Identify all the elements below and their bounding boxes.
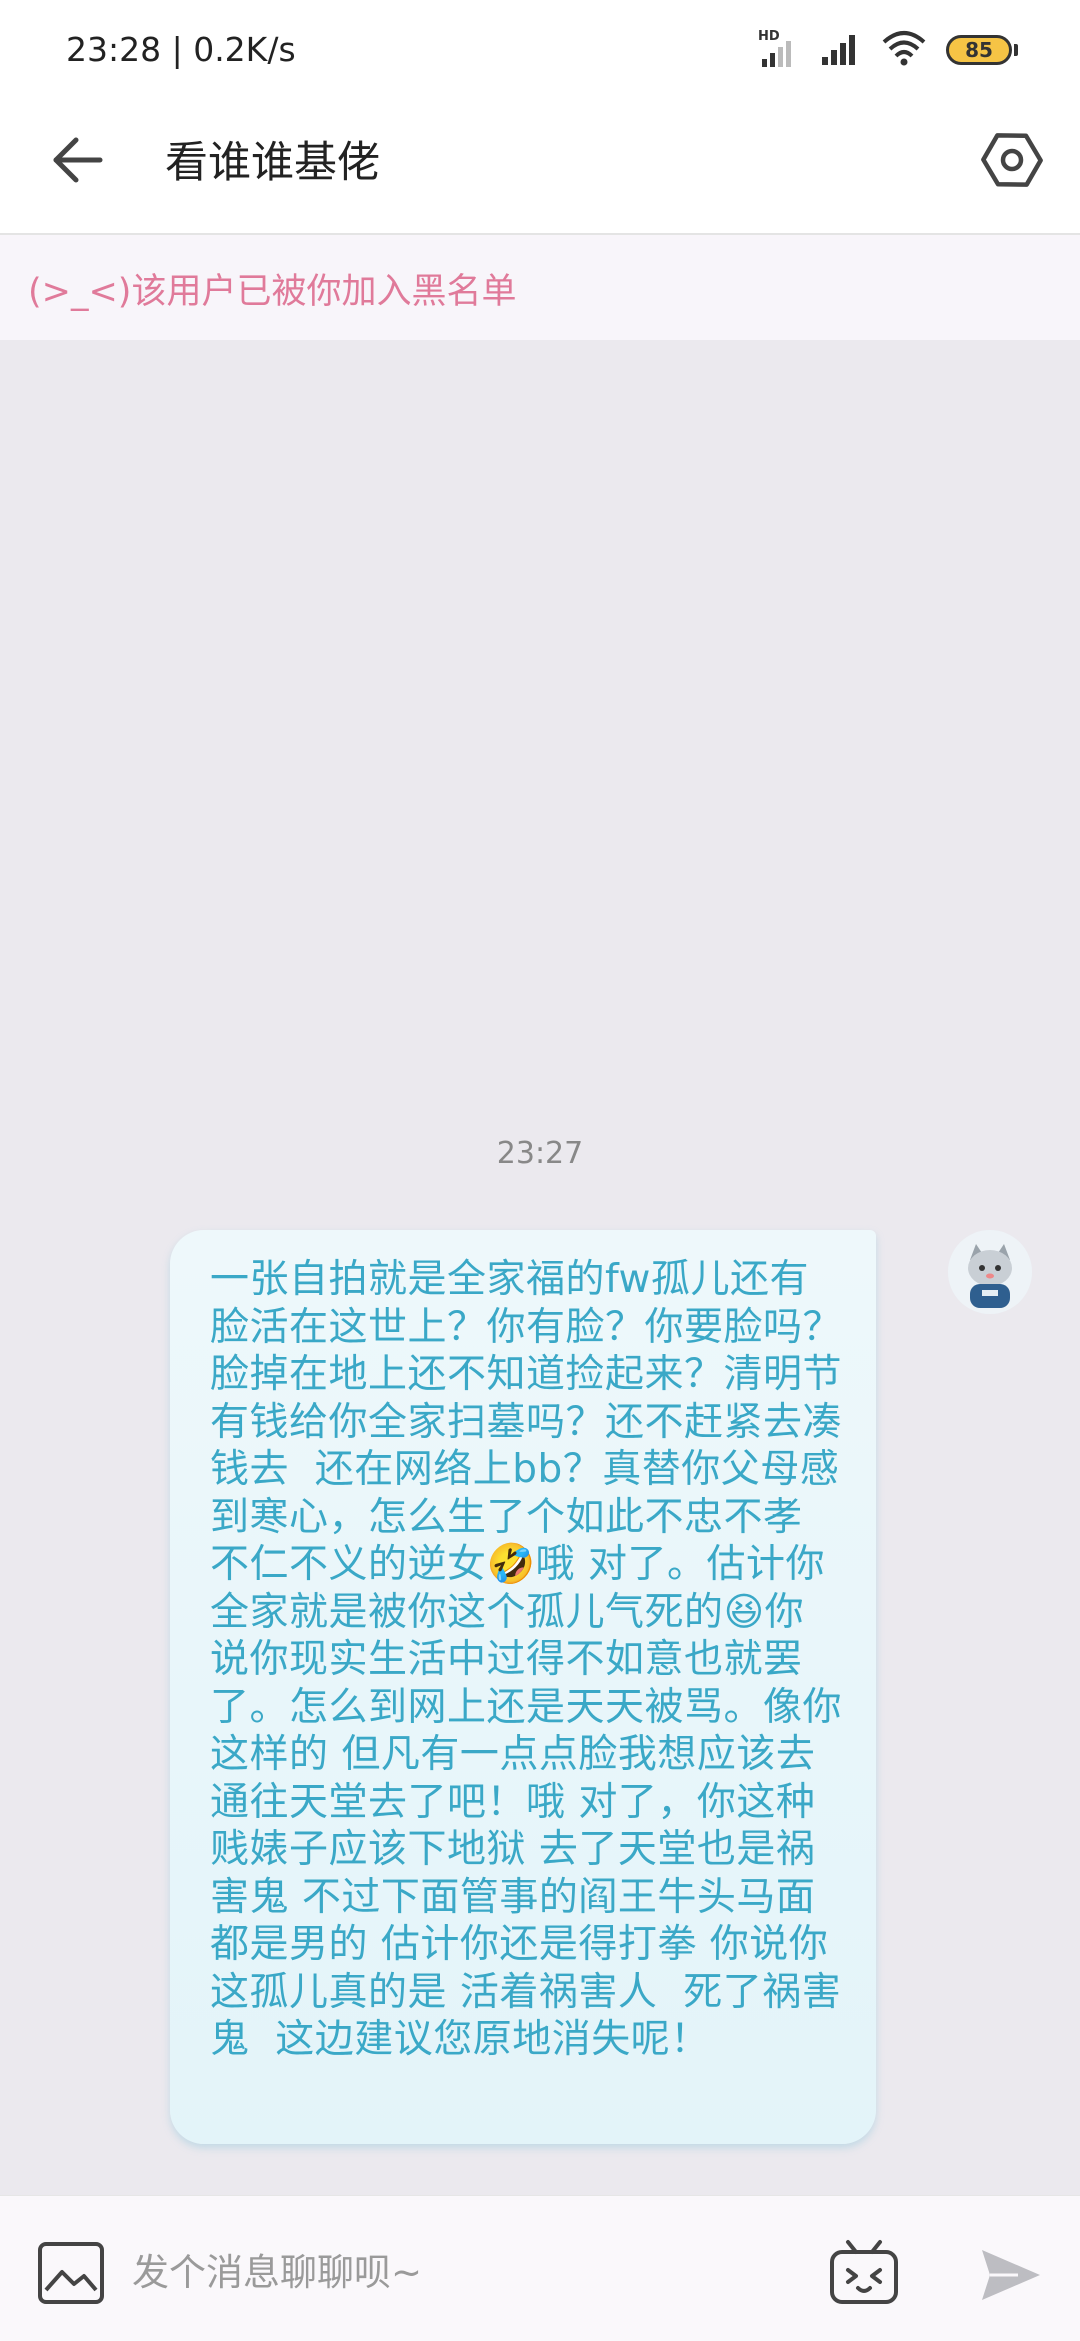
back-button[interactable] xyxy=(48,130,108,190)
arrow-left-icon xyxy=(53,137,103,183)
blacklist-notice-text: (>_<)该用户已被你加入黑名单 xyxy=(28,272,517,312)
blacklist-notice: (>_<)该用户已被你加入黑名单 xyxy=(0,235,1080,340)
status-time: 23:28 | 0.2K/s xyxy=(66,30,296,69)
chat-area[interactable]: 23:27 一张自拍就是全家福的fw孤儿还有脸活在这世上？你有脸？你要脸吗？脸掉… xyxy=(0,340,1080,2195)
hexagon-settings-icon xyxy=(981,133,1043,187)
message-bubble[interactable]: 一张自拍就是全家福的fw孤儿还有脸活在这世上？你有脸？你要脸吗？脸掉在地上还不知… xyxy=(170,1230,876,2144)
wifi-icon xyxy=(882,30,926,70)
emoji-button[interactable] xyxy=(826,2238,902,2308)
message-input-bar xyxy=(0,2195,1080,2341)
status-bar: 23:28 | 0.2K/s HD 85 xyxy=(0,0,1080,100)
avatar-image xyxy=(948,1230,1032,1314)
avatar[interactable] xyxy=(948,1230,1032,1314)
battery-level: 85 xyxy=(946,35,1012,65)
message-text: 一张自拍就是全家福的fw孤儿还有脸活在这世上？你有脸？你要脸吗？脸掉在地上还不知… xyxy=(210,1257,843,2062)
settings-button[interactable] xyxy=(976,124,1048,196)
message-timestamp: 23:27 xyxy=(496,1136,584,1171)
send-icon xyxy=(982,2250,1040,2300)
hd-signal-icon: HD xyxy=(756,29,800,67)
signal-icon xyxy=(820,31,862,69)
page-title: 看谁谁基佬 xyxy=(165,138,380,188)
send-button[interactable] xyxy=(978,2246,1044,2304)
image-button[interactable] xyxy=(36,2240,106,2306)
status-icons: HD 85 xyxy=(756,29,1018,70)
message-input[interactable] xyxy=(130,2236,774,2308)
tv-emoji-icon xyxy=(830,2240,898,2304)
battery-icon: 85 xyxy=(946,35,1018,65)
image-icon xyxy=(38,2242,104,2304)
chat-header: 看谁谁基佬 xyxy=(0,100,1080,235)
